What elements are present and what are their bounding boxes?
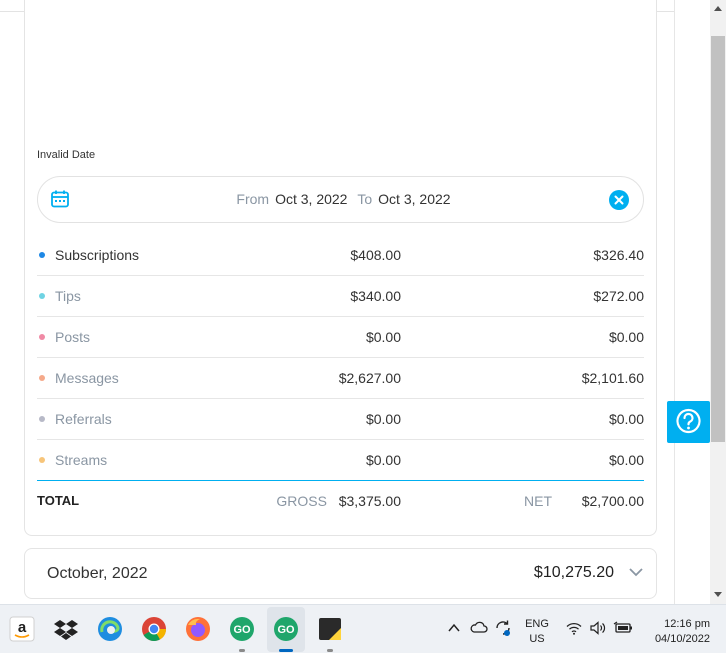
month-label: October, 2022	[47, 565, 148, 582]
table-row-posts[interactable]: Posts $0.00 $0.00	[37, 317, 644, 358]
language-code: ENG	[525, 618, 549, 630]
language-indicator[interactable]: ENG US	[522, 617, 552, 647]
net-value: $326.40	[593, 247, 644, 263]
table-row-streams[interactable]: Streams $0.00 $0.00	[37, 440, 644, 481]
date-range-text[interactable]: From Oct 3, 2022 To Oct 3, 2022	[38, 191, 643, 207]
category-name: Messages	[55, 370, 119, 386]
svg-text:GO: GO	[277, 624, 295, 636]
gross-value: $0.00	[365, 411, 401, 427]
total-net-value: $2,700.00	[581, 493, 644, 509]
category-name: Subscriptions	[55, 247, 140, 263]
net-value: $2,101.60	[581, 370, 644, 386]
wifi-icon[interactable]	[566, 622, 582, 635]
content-divider	[674, 0, 675, 604]
table-row-tips[interactable]: Tips $340.00 $272.00	[37, 276, 644, 317]
active-indicator	[279, 649, 293, 652]
table-row-subscriptions[interactable]: Subscriptions $408.00 $326.40	[37, 235, 644, 276]
dropbox-icon[interactable]	[53, 616, 79, 642]
to-label: To	[357, 191, 373, 207]
windows-taskbar: a GO GO ENG US 12:16 pm 04/10/2022	[0, 604, 726, 653]
category-dot	[39, 416, 45, 422]
net-label: NET	[524, 493, 552, 509]
clock-time: 12:16 pm	[664, 618, 710, 630]
running-indicator	[239, 649, 245, 652]
table-row-referrals[interactable]: Referrals $0.00 $0.00	[37, 399, 644, 440]
clock-date: 04/10/2022	[654, 633, 710, 645]
chevron-up-icon[interactable]	[448, 623, 460, 633]
net-value: $272.00	[593, 288, 644, 304]
scroll-down-icon[interactable]	[713, 589, 723, 599]
date-range-picker[interactable]: From Oct 3, 2022 To Oct 3, 2022	[37, 176, 644, 223]
battery-icon[interactable]	[613, 621, 633, 635]
category-name: Streams	[55, 452, 108, 468]
keyboard-region: US	[529, 633, 545, 645]
from-date[interactable]: Oct 3, 2022	[275, 191, 347, 207]
net-value: $0.00	[608, 329, 644, 345]
category-dot	[39, 252, 45, 258]
sync-icon[interactable]	[494, 619, 512, 637]
category-dot	[39, 293, 45, 299]
svg-text:GO: GO	[233, 624, 251, 636]
running-indicator	[327, 649, 333, 652]
edge-icon[interactable]	[97, 616, 123, 642]
volume-icon[interactable]	[590, 621, 606, 635]
clear-date-button[interactable]	[609, 190, 629, 210]
gross-label: GROSS	[276, 493, 327, 509]
gross-value: $340.00	[350, 288, 401, 304]
category-name: Tips	[55, 288, 81, 304]
sticky-notes-icon[interactable]	[317, 616, 343, 642]
onedrive-cloud-icon[interactable]	[470, 620, 488, 634]
month-summary-card[interactable]: October, 2022 $10,275.20	[24, 548, 657, 599]
system-clock[interactable]: 12:16 pm 04/10/2022	[640, 617, 710, 647]
amazon-icon[interactable]: a	[9, 616, 35, 642]
to-date[interactable]: Oct 3, 2022	[378, 191, 450, 207]
total-label: TOTAL	[37, 493, 80, 508]
close-icon	[614, 195, 624, 205]
gross-value: $0.00	[365, 329, 401, 345]
category-dot	[39, 375, 45, 381]
scroll-up-icon[interactable]	[713, 4, 723, 14]
category-dot	[39, 334, 45, 340]
earnings-table: Subscriptions $408.00 $326.40 Tips $340.…	[37, 235, 644, 481]
app-go-icon[interactable]: GO	[229, 616, 255, 642]
category-dot	[39, 457, 45, 463]
category-name: Posts	[55, 329, 91, 345]
firefox-icon[interactable]	[185, 616, 211, 642]
app-go-active-icon[interactable]: GO	[273, 616, 299, 642]
svg-text:a: a	[18, 619, 27, 636]
net-value: $0.00	[608, 452, 644, 468]
net-value: $0.00	[608, 411, 644, 427]
table-row-messages[interactable]: Messages $2,627.00 $2,101.60	[37, 358, 644, 399]
help-button[interactable]	[667, 401, 710, 443]
gross-value: $2,627.00	[338, 370, 401, 386]
help-question-icon	[676, 408, 701, 434]
gross-value: $0.00	[365, 452, 401, 468]
total-row: TOTAL GROSS $3,375.00 NET $2,700.00	[37, 493, 644, 511]
month-total: $10,275.20	[533, 564, 614, 581]
total-gross-value: $3,375.00	[338, 493, 401, 509]
chevron-down-icon[interactable]	[628, 564, 644, 580]
chrome-icon[interactable]	[141, 616, 167, 642]
page-scrollbar[interactable]	[710, 0, 726, 604]
gross-value: $408.00	[350, 247, 401, 263]
from-label: From	[236, 191, 270, 207]
category-name: Referrals	[55, 411, 112, 427]
scrollbar-thumb[interactable]	[711, 36, 725, 442]
invalid-date-label: Invalid Date	[37, 149, 96, 161]
